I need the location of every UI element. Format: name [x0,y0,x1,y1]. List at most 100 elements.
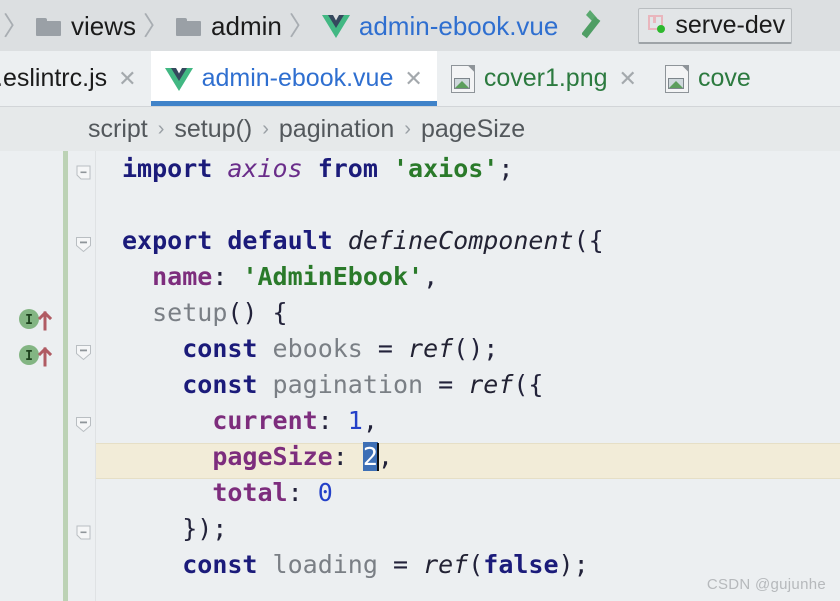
folder-icon [176,16,202,36]
implemented-method-icon[interactable]: I [18,305,60,331]
breadcrumb-separator: 〉 [288,10,315,41]
code-token: ({ [573,226,604,255]
fold-collapse-icon[interactable] [74,343,93,362]
code-token: }); [122,514,228,543]
code-editor[interactable]: II import axios from 'axios'; export defa… [0,151,840,601]
tab-label: cover1.png [483,64,608,92]
breadcrumb-item-setup[interactable]: setup() [174,116,252,142]
vue-icon [321,14,350,38]
tab-label: admin-ebook.vue [201,64,394,92]
fold-collapse-icon[interactable] [74,235,93,254]
code-token: loading [272,550,378,579]
code-token: pagination [272,370,424,399]
image-file-icon [450,64,475,93]
code-line[interactable]: const pagination = ref({ [96,367,840,403]
navigation-bar: 〉 views 〉 admin 〉 admin-ebook.vue serve-… [0,0,840,51]
code-token: 'axios' [392,154,499,183]
implemented-method-icon[interactable]: I [18,341,60,367]
svg-text:I: I [25,349,33,364]
image-file-icon [664,64,689,93]
code-lines[interactable]: import axios from 'axios'; export default… [96,151,840,601]
run-configuration-selector[interactable]: serve-dev [638,7,793,44]
code-token: name [152,262,213,291]
vue-icon [164,67,193,91]
file-path-breadcrumb: 〉 views 〉 admin 〉 admin-ebook.vue [0,4,562,48]
code-token: pageSize [212,442,333,471]
code-token: export default [122,226,348,255]
code-line[interactable]: const ebooks = ref(); [96,331,840,367]
breadcrumb-separator: › [157,118,165,140]
run-configuration-label: serve-dev [675,10,786,39]
code-line[interactable]: pageSize: 2, [96,439,840,475]
fold-end-icon[interactable] [74,523,93,542]
code-line[interactable]: name: 'AdminEbook', [96,259,840,295]
code-token: ref [468,370,514,399]
code-token: defineComponent [347,226,574,255]
breadcrumb-label: admin [211,10,282,41]
close-icon[interactable]: ✕ [404,67,422,90]
tab-label: .eslintrc.js [0,64,108,92]
tab-cover2-png[interactable]: cove [650,51,765,106]
tab-cover1-png[interactable]: cover1.png ✕ [436,51,651,106]
code-token: 0 [317,478,333,507]
breadcrumb-separator: 〉 [143,10,170,41]
breadcrumb-item-views[interactable]: views [32,4,140,48]
breadcrumb-item-pagesize[interactable]: pageSize [421,116,525,142]
folder-icon [36,16,62,36]
selected-text: 2 [362,442,378,471]
code-line[interactable]: current: 1, [96,403,840,439]
breadcrumb-item-script[interactable]: script [88,116,148,142]
code-token: axios [227,154,303,183]
breadcrumb-label: views [71,10,137,41]
code-line[interactable]: export default defineComponent({ [96,223,840,259]
code-token: () { [227,298,288,327]
code-token: = [377,550,424,579]
code-line[interactable]: import axios from 'axios'; [96,151,840,187]
close-icon[interactable]: ✕ [619,67,637,90]
breadcrumb-separator: › [404,118,411,140]
ide-window: 〉 views 〉 admin 〉 admin-ebook.vue serve-… [0,0,840,601]
code-line[interactable]: }); [96,511,840,547]
tab-eslintrc-js[interactable]: .eslintrc.js ✕ [0,51,151,106]
code-token: setup [152,298,228,327]
fold-collapse-icon[interactable] [74,415,93,434]
breadcrumb-item-pagination[interactable]: pagination [279,116,394,142]
code-token: ); [558,550,589,579]
breadcrumb-item-admin-ebook-vue[interactable]: admin-ebook.vue [318,4,562,48]
breadcrumb: script › setup() › pagination › pageSize [0,107,840,151]
breadcrumb-item-admin[interactable]: admin [172,4,286,48]
code-token: from [317,154,378,183]
breadcrumb-separator-leading: 〉 [3,10,30,41]
code-token: import [122,154,213,183]
close-icon[interactable]: ✕ [118,67,136,90]
code-token: total [212,478,288,507]
code-token: : [287,478,318,507]
code-token: : [212,262,243,291]
code-token: ; [498,154,514,183]
code-line[interactable]: setup() { [96,295,840,331]
tab-admin-ebook-vue[interactable]: admin-ebook.vue ✕ [150,51,438,106]
code-folding-column[interactable] [68,151,96,601]
svg-text:I: I [25,313,33,328]
editor-gutter[interactable]: II [0,151,68,601]
fold-end-icon[interactable] [74,163,93,182]
code-line[interactable] [96,187,840,223]
code-text-area[interactable]: import axios from 'axios'; export default… [96,151,840,601]
code-line[interactable]: total: 0 [96,475,840,511]
navigation-bar-right: serve-dev [581,6,840,46]
code-token: : [317,406,348,435]
code-token: (); [453,334,499,363]
hammer-icon[interactable] [581,6,624,46]
